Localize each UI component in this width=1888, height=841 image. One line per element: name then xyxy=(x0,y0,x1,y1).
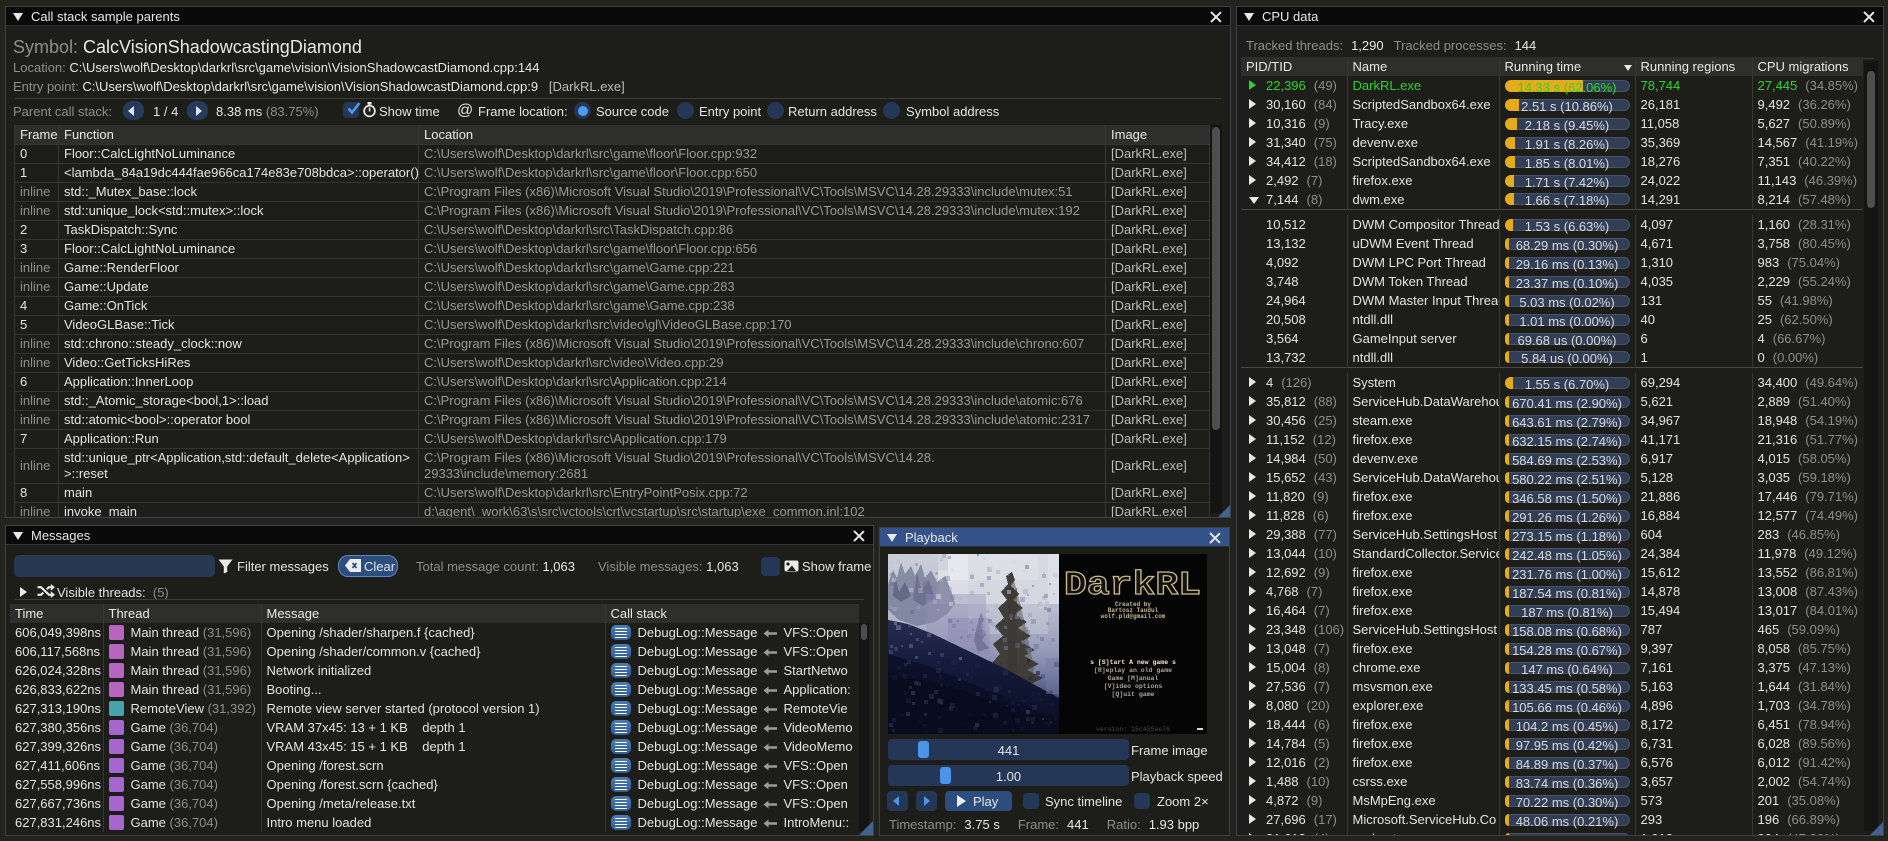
svg-text:DarkRL: DarkRL xyxy=(1064,567,1201,604)
